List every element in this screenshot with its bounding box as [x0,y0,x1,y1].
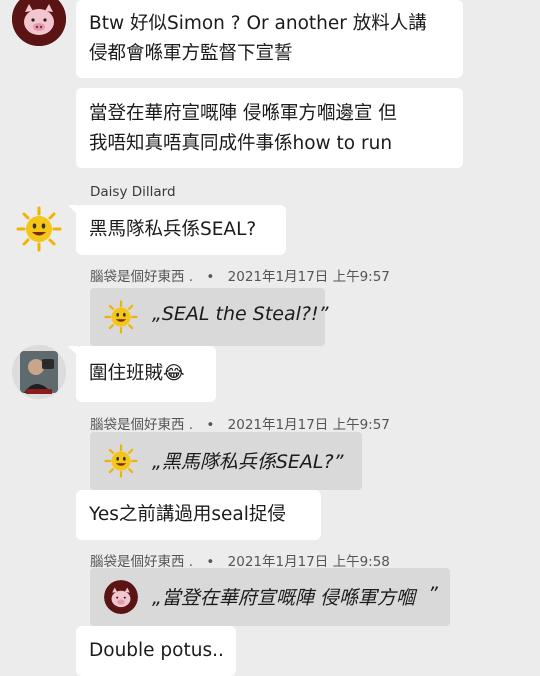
quote-text-main: „當登在華府宣嘅陣 侵喺軍方嗰 [152,587,415,609]
reply-timestamp: 2021年1月17日 上午9:57 [227,269,390,285]
quoted-message[interactable]: „黑馬隊私兵係SEAL?” [90,432,362,490]
reply-meta: 腦袋是個好東西 . • 2021年1月17日 上午9:57 [90,265,390,285]
message-bubble[interactable]: 圍住班賊😂 [68,346,216,402]
message-line: 黑馬隊私兵係SEAL? [89,219,257,240]
pig-avatar-icon [104,580,138,614]
message-line: 當登在華府宣嘅陣 侵喺軍方嗰邊宣 但 [89,103,397,124]
avatar-pig[interactable] [12,0,66,46]
quote-text: „SEAL the Steal?!” [152,303,329,325]
message-bubble[interactable]: Yes之前講過用seal捉侵 [76,490,321,540]
reply-separator: • [206,417,215,433]
bubble-tail [68,346,78,356]
message-line: 侵都會喺軍方監督下宣誓 [89,43,293,64]
message-line: 圍住班賊😂 [89,363,185,384]
reply-meta: 腦袋是個好東西 . • 2021年1月17日 上午9:58 [90,550,390,570]
reply-author: 腦袋是個好東西 . [90,417,194,433]
sun-emoji-icon [16,206,62,252]
sun-emoji-icon [104,300,138,334]
message-line: Yes之前講過用seal捉侵 [89,504,286,525]
message-line: 我唔知真唔真同成件事係how to run [89,133,393,154]
message-bubble[interactable]: Btw 好似Simon ? Or another 放料人講 侵都會喺軍方監督下宣… [76,0,463,78]
sun-emoji-icon [104,444,138,478]
reply-meta: 腦袋是個好東西 . • 2021年1月17日 上午9:57 [90,413,390,433]
avatar-sun[interactable] [16,206,62,252]
quote-text: „黑馬隊私兵係SEAL?” [152,451,344,473]
quoted-message[interactable]: „SEAL the Steal?!” [90,288,329,346]
quote-text: „當登在華府宣嘅陣 侵喺軍方嗰 [152,583,440,610]
message-line: Btw 好似Simon ? Or another 放料人講 [89,13,427,34]
pig-icon [12,0,66,46]
user-avatar-icon [12,345,66,399]
quoted-message[interactable]: „當登在華府宣嘅陣 侵喺軍方嗰 ” [90,568,450,626]
message-bubble[interactable]: 當登在華府宣嘅陣 侵喺軍方嗰邊宣 但 我唔知真唔真同成件事係how to run [76,88,463,168]
bubble-tail [68,205,78,215]
quote-text-end: ” [428,583,438,605]
reply-separator: • [206,269,215,285]
reply-timestamp: 2021年1月17日 上午9:57 [227,417,390,433]
message-bubble[interactable]: Double potus.. [76,626,236,676]
avatar-user[interactable] [12,345,66,399]
message-bubble[interactable]: 黑馬隊私兵係SEAL? [68,205,286,255]
sender-name: Daisy Dillard [90,184,176,200]
reply-author: 腦袋是個好東西 . [90,269,194,285]
message-line: Double potus.. [89,640,224,661]
